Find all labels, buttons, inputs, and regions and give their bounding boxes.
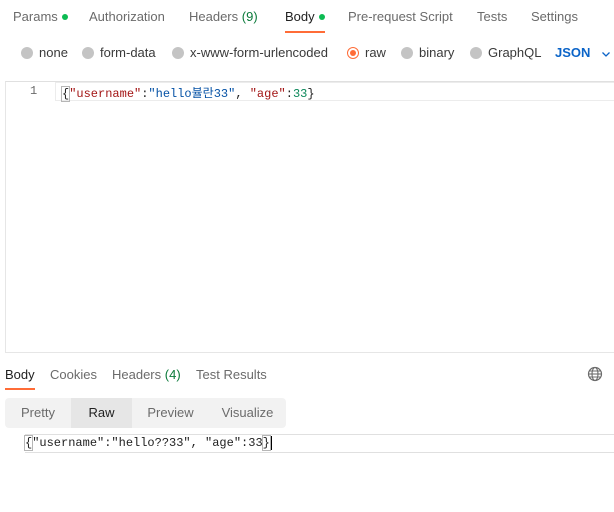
response-tab-test-results-label: Test Results <box>196 367 267 382</box>
response-body-content: "username":"hello??33", "age":33 <box>32 436 263 451</box>
bodytype-form-data-label: form-data <box>100 45 156 60</box>
radio-icon <box>470 46 482 59</box>
bodytype-raw[interactable]: raw <box>347 45 386 60</box>
bodytype-form-data[interactable]: form-data <box>82 45 156 60</box>
text-cursor <box>270 436 272 450</box>
radio-selected-icon <box>347 46 359 59</box>
view-visualize-button[interactable]: Visualize <box>209 398 286 428</box>
response-tab-headers-count: (4) <box>164 367 181 382</box>
tab-authorization[interactable]: Authorization <box>89 9 165 33</box>
bodytype-graphql-label: GraphQL <box>488 45 542 60</box>
tab-authorization-label: Authorization <box>89 9 165 24</box>
radio-icon <box>21 46 33 59</box>
code-colon: : <box>285 87 293 101</box>
tab-tests[interactable]: Tests <box>477 9 507 33</box>
response-tab-cookies[interactable]: Cookies <box>50 367 97 382</box>
response-tab-headers[interactable]: Headers (4) <box>112 367 181 382</box>
radio-icon <box>82 46 94 59</box>
tab-params[interactable]: Params <box>13 9 68 33</box>
response-close-brace: } <box>261 435 271 452</box>
params-indicator-dot <box>61 13 68 20</box>
tab-params-label: Params <box>13 9 58 24</box>
response-tab-cookies-label: Cookies <box>50 367 97 382</box>
bodytype-urlencoded-label: x-www-form-urlencoded <box>190 45 328 60</box>
tab-settings-label: Settings <box>531 9 578 24</box>
code-line[interactable]: {"username":"hello뷸란33", "age":33} <box>60 84 315 102</box>
response-body-text[interactable]: {"username":"hello??33", "age":33} <box>23 435 272 452</box>
response-tab-body[interactable]: Body <box>5 367 35 390</box>
line-number: 1 <box>30 84 38 98</box>
tab-headers-label: Headers <box>189 9 239 24</box>
response-view-mode: Pretty Raw Preview Visualize <box>5 398 286 428</box>
body-indicator-dot <box>318 13 325 20</box>
code-value-username: "hello뷸란33" <box>148 87 236 101</box>
code-key-username: "username" <box>69 87 142 101</box>
tab-body[interactable]: Body <box>285 9 325 33</box>
tab-tests-label: Tests <box>477 9 508 24</box>
code-value-age: 33 <box>292 87 308 101</box>
view-raw-button[interactable]: Raw <box>71 398 132 428</box>
format-select[interactable]: JSON <box>555 45 611 60</box>
globe-icon[interactable] <box>587 366 603 382</box>
request-tabs: Params Authorization Headers (9) Body Pr… <box>0 0 614 34</box>
code-key-age: "age" <box>249 87 286 101</box>
tab-settings[interactable]: Settings <box>531 9 578 33</box>
tab-headers[interactable]: Headers (9) <box>189 9 258 33</box>
bodytype-binary[interactable]: binary <box>401 45 454 60</box>
response-tab-headers-label: Headers <box>112 367 162 382</box>
bodytype-binary-label: binary <box>419 45 455 60</box>
radio-icon <box>172 46 184 59</box>
response-tab-test-results[interactable]: Test Results <box>196 367 267 382</box>
code-comma: , <box>235 87 250 101</box>
tab-pre-request-script-label: Pre-request Script <box>348 9 453 24</box>
tab-body-label: Body <box>285 9 315 24</box>
bodytype-raw-label: raw <box>365 45 386 60</box>
request-body-editor[interactable] <box>5 81 614 353</box>
bodytype-urlencoded[interactable]: x-www-form-urlencoded <box>172 45 328 60</box>
bodytype-none-label: none <box>39 45 68 60</box>
format-select-value: JSON <box>555 45 591 60</box>
bodytype-none[interactable]: none <box>21 45 68 60</box>
tab-pre-request-script[interactable]: Pre-request Script <box>348 9 453 33</box>
tab-headers-count: (9) <box>241 9 258 24</box>
radio-icon <box>401 46 413 59</box>
response-tab-body-label: Body <box>5 367 35 382</box>
view-preview-button[interactable]: Preview <box>132 398 209 428</box>
view-pretty-button[interactable]: Pretty <box>5 398 71 428</box>
chevron-down-icon <box>598 48 611 60</box>
code-close-brace: } <box>307 87 315 101</box>
bodytype-graphql[interactable]: GraphQL <box>470 45 541 60</box>
